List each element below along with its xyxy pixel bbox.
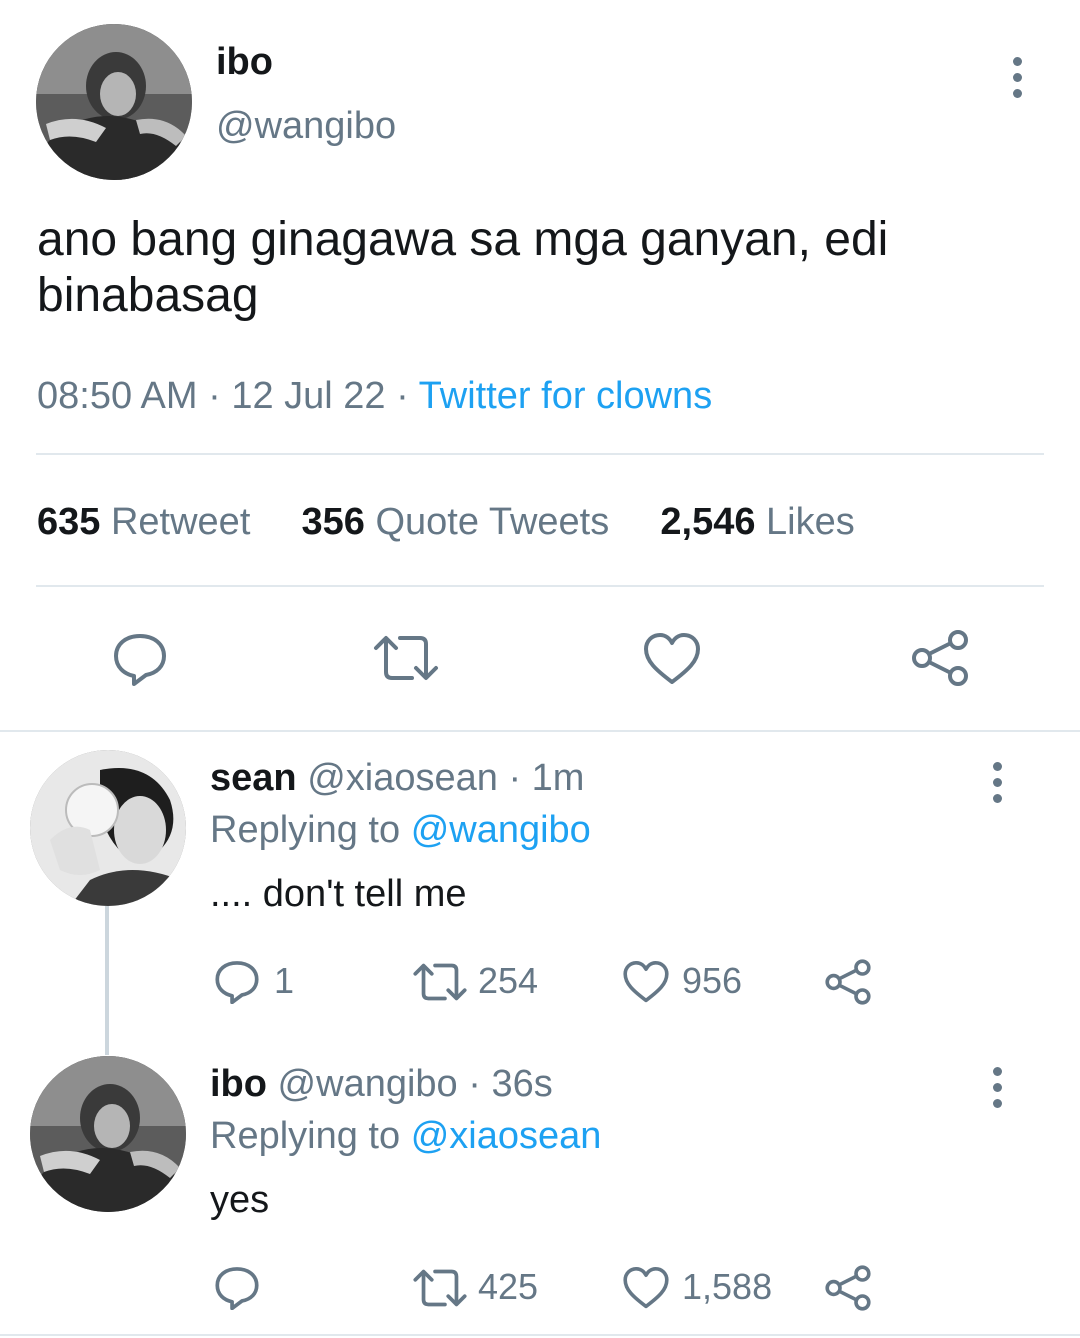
reply-handle[interactable]: @xiaosean [307, 757, 498, 799]
like-icon[interactable] [622, 960, 670, 1004]
like-count: 1,588 [682, 1266, 773, 1307]
avatar-main[interactable] [36, 24, 192, 180]
tweet-text: ano bang ginagawa sa mga ganyan, edi bin… [37, 212, 1047, 324]
avatar-reply-1[interactable] [30, 750, 186, 906]
replying-label: Replying to [210, 809, 401, 851]
like-count: 956 [682, 960, 743, 1001]
retweets-count: 635 [37, 501, 101, 543]
tweet-stats: 635 Retweet 356 Quote Tweets 2,546 Likes [37, 500, 855, 544]
tweet-text-line-1: ano bang ginagawa sa mga ganyan, edi [37, 213, 889, 266]
reply-time: · 1m [508, 757, 585, 799]
retweets-stat[interactable]: 635 Retweet [37, 501, 261, 543]
like-icon[interactable] [642, 632, 702, 686]
tweet-text-line-2: binabasag [37, 269, 259, 322]
reply-time: · 36s [468, 1063, 553, 1105]
author-display-name[interactable]: ibo [216, 40, 273, 84]
divider [0, 730, 1080, 732]
share-icon[interactable] [824, 1264, 872, 1312]
tweet-time: 08:50 AM [37, 375, 198, 417]
author-handle[interactable]: @wangibo [216, 104, 396, 148]
quotes-stat[interactable]: 356 Quote Tweets [302, 501, 620, 543]
tweet-date: 12 Jul 22 [231, 375, 386, 417]
retweet-icon[interactable] [412, 1266, 468, 1310]
reply-header-1: sean @xiaosean · 1m [210, 756, 584, 800]
divider [36, 585, 1044, 587]
retweet-icon[interactable] [372, 632, 440, 684]
reply-handle[interactable]: @wangibo [278, 1063, 458, 1105]
thread-connector [105, 905, 109, 1055]
likes-count: 2,546 [660, 501, 756, 543]
replying-to-link[interactable]: @wangibo [411, 809, 591, 851]
tweet-meta: 08:50 AM · 12 Jul 22 · Twitter for clown… [37, 374, 712, 418]
more-options-icon[interactable] [990, 1067, 1004, 1108]
replying-label: Replying to [210, 1115, 401, 1157]
retweet-count: 254 [478, 960, 539, 1001]
retweet-icon[interactable] [412, 960, 468, 1004]
share-icon[interactable] [910, 628, 970, 688]
reply-icon[interactable] [112, 630, 168, 686]
quotes-label: Quote Tweets [375, 501, 610, 543]
reply-actions-1: 1 254 956 [210, 954, 910, 1010]
reply-count: 1 [274, 960, 295, 1001]
reply-icon[interactable] [214, 958, 260, 1004]
reply-actions-2: 425 1,588 [210, 1260, 910, 1316]
reply-display-name[interactable]: sean [210, 757, 297, 799]
like-icon[interactable] [622, 1266, 670, 1310]
reply-header-2: ibo @wangibo · 36s [210, 1062, 553, 1106]
reply-text-1: .... don't tell me [210, 873, 467, 915]
share-icon[interactable] [824, 958, 872, 1006]
quotes-count: 356 [301, 501, 365, 543]
reply-display-name[interactable]: ibo [210, 1063, 267, 1105]
tweet-source-link[interactable]: Twitter for clowns [419, 375, 713, 417]
replying-to-1: Replying to @wangibo [210, 808, 591, 852]
more-options-icon[interactable] [990, 762, 1004, 803]
reply-text-2: yes [210, 1179, 270, 1221]
retweet-count: 425 [478, 1266, 539, 1307]
divider [36, 453, 1044, 455]
divider [0, 1334, 1080, 1336]
avatar-reply-2[interactable] [30, 1056, 186, 1212]
meta-separator: · [396, 375, 409, 417]
likes-label: Likes [766, 501, 855, 543]
replying-to-2: Replying to @xiaosean [210, 1114, 601, 1158]
more-options-icon[interactable] [1010, 57, 1024, 98]
likes-stat[interactable]: 2,546 Likes [660, 501, 854, 543]
reply-icon[interactable] [214, 1264, 260, 1310]
retweets-label: Retweet [110, 501, 251, 543]
replying-to-link[interactable]: @xiaosean [411, 1115, 602, 1157]
meta-separator: · [208, 375, 221, 417]
